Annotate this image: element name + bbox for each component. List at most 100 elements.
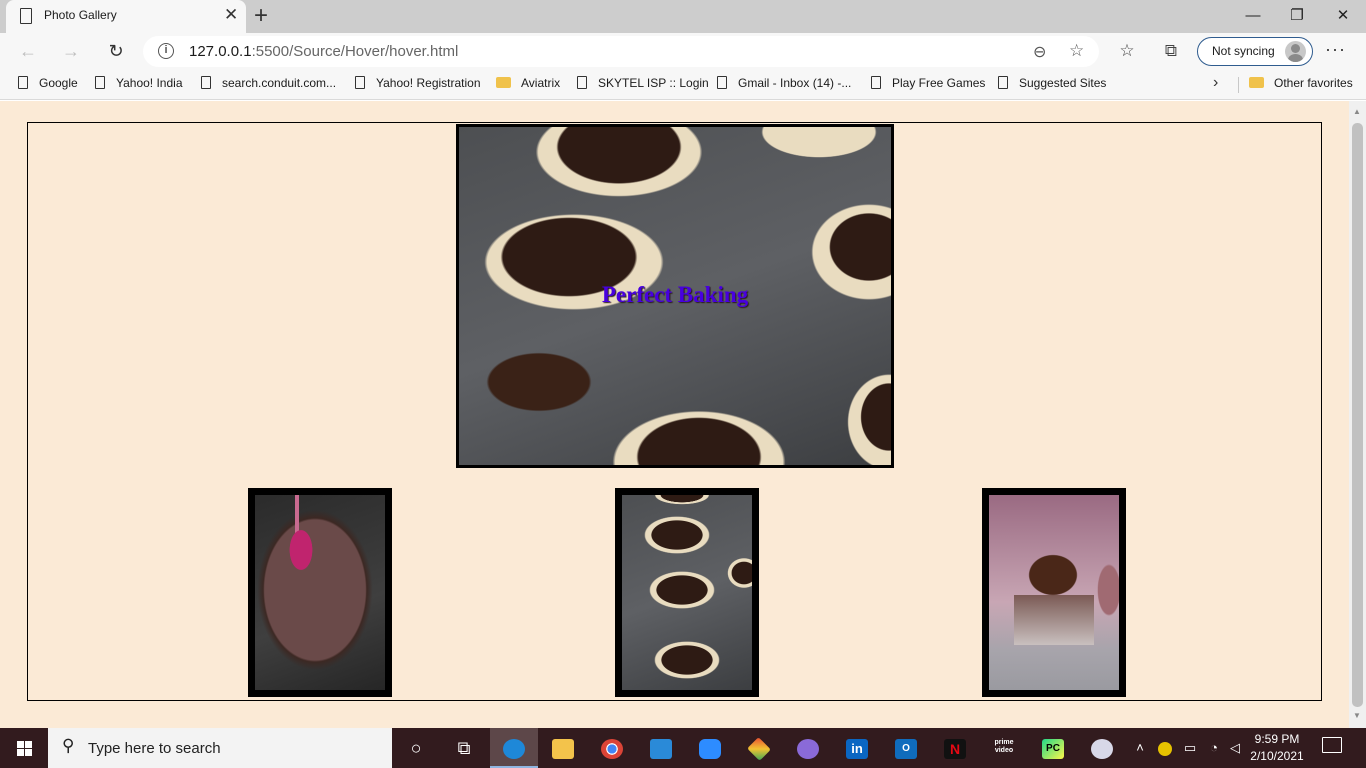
scroll-down-icon[interactable]: ▼	[1353, 711, 1361, 720]
favorite-folder-aviatrix[interactable]: Aviatrix	[496, 76, 560, 94]
vscode-icon[interactable]	[637, 728, 685, 768]
github-desktop-icon[interactable]	[784, 728, 832, 768]
cupcake-tin-image	[622, 495, 752, 690]
restore-button[interactable]: ❐	[1274, 3, 1320, 29]
outlook-logo: O	[895, 739, 917, 760]
forward-button[interactable]: →	[57, 38, 85, 64]
close-window-button[interactable]: ✕	[1320, 3, 1366, 29]
prime-video-icon[interactable]: prime video	[980, 728, 1028, 768]
favorite-link-conduit[interactable]: search.conduit.com...	[201, 76, 336, 94]
collections-icon[interactable]: ⧉	[1159, 41, 1183, 61]
thumbnail-chocolate-cupcake[interactable]	[982, 488, 1126, 697]
url-host: 127.0.0.1	[189, 43, 252, 60]
page-icon	[355, 76, 365, 89]
windows-logo-icon	[17, 741, 32, 756]
favorite-link-skytel[interactable]: SKYTEL ISP :: Login	[577, 76, 709, 94]
notification-center-icon[interactable]	[1322, 737, 1342, 753]
other-favorites-label: Other favorites	[1274, 76, 1353, 90]
favorite-link-yahoo-india[interactable]: Yahoo! India	[95, 76, 183, 94]
scroll-thumb[interactable]	[1352, 123, 1363, 707]
url-text[interactable]: 127.0.0.1:5500/Source/Hover/hover.html	[189, 43, 458, 60]
battery-icon[interactable]: ▭	[1180, 728, 1200, 768]
outlook-icon[interactable]: O	[882, 728, 930, 768]
vscode-logo	[650, 739, 672, 760]
favorite-label: Google	[39, 76, 78, 90]
favorite-label: Yahoo! Registration	[376, 76, 481, 90]
wifi-icon[interactable]: ◔	[1204, 728, 1224, 768]
git-icon[interactable]	[735, 728, 783, 768]
cortana-icon[interactable]: ○	[392, 728, 440, 768]
chevron-right-icon[interactable]: ›	[1213, 74, 1218, 92]
favorite-label: Yahoo! India	[116, 76, 183, 90]
prime-video-logo: prime video	[994, 739, 1014, 755]
favorite-link-gmail[interactable]: Gmail - Inbox (14) -...	[717, 76, 851, 94]
settings-more-icon[interactable]: ···	[1325, 39, 1346, 60]
refresh-button[interactable]: ↻	[102, 38, 130, 64]
browser-tab[interactable]: Photo Gallery ✕	[6, 0, 246, 33]
favorite-link-play-free-games[interactable]: Play Free Games	[871, 76, 985, 94]
folder-icon	[496, 77, 511, 88]
batter-bowl-image	[255, 495, 385, 690]
task-view-icon[interactable]: ⧉	[440, 728, 488, 768]
taskbar: ⚲ Type here to search ○ ⧉ in O N prime vi…	[0, 728, 1366, 768]
folder-icon	[552, 739, 574, 760]
thumbnail-cupcake-tin[interactable]	[615, 488, 759, 697]
add-favorite-icon[interactable]: ☆	[1069, 41, 1084, 61]
zoom-logo	[699, 739, 721, 760]
security-badge	[1158, 741, 1172, 756]
page-icon	[18, 76, 28, 89]
favorites-bar: Google Yahoo! India search.conduit.com..…	[0, 70, 1366, 100]
chevron-up-icon[interactable]: ˄	[1131, 728, 1149, 768]
favorite-link-yahoo-registration[interactable]: Yahoo! Registration	[355, 76, 481, 94]
edge-browser-icon[interactable]	[490, 728, 538, 768]
security-icon[interactable]	[1155, 728, 1175, 768]
start-button[interactable]	[0, 728, 48, 768]
search-placeholder: Type here to search	[88, 740, 221, 757]
snipping-tool-icon[interactable]	[1078, 728, 1126, 768]
favorite-link-google[interactable]: Google	[18, 76, 78, 94]
scroll-up-icon[interactable]: ▲	[1353, 107, 1361, 116]
pycharm-logo: PC	[1042, 739, 1064, 760]
file-explorer-icon[interactable]	[539, 728, 587, 768]
thumbnail-batter-bowl[interactable]	[248, 488, 392, 697]
back-button[interactable]: ←	[14, 38, 42, 64]
info-icon[interactable]: i	[158, 43, 174, 59]
favorite-label: Play Free Games	[892, 76, 986, 90]
new-tab-button[interactable]: +	[254, 2, 268, 30]
page-icon	[998, 76, 1008, 89]
close-tab-icon[interactable]: ✕	[224, 5, 238, 25]
edge-logo	[503, 739, 525, 760]
favorites-icon[interactable]: ☆	[1115, 41, 1139, 61]
system-clock[interactable]: 9:59 PM 2/10/2021	[1244, 731, 1310, 765]
volume-icon[interactable]: ◁	[1226, 728, 1244, 768]
vertical-scrollbar[interactable]: ▲ ▼	[1349, 101, 1366, 728]
zoom-app-icon[interactable]	[686, 728, 734, 768]
page-icon	[95, 76, 105, 89]
profile-sync-button[interactable]: Not syncing	[1197, 37, 1313, 66]
chocolate-cupcake-image	[989, 495, 1119, 690]
search-icon: ⚲	[62, 736, 75, 755]
pycharm-icon[interactable]: PC	[1029, 728, 1077, 768]
zoom-out-icon[interactable]: ⊖	[1033, 42, 1046, 62]
photo-gallery: Perfect Baking	[27, 122, 1322, 701]
favorite-link-suggested-sites[interactable]: Suggested Sites	[998, 76, 1106, 94]
page-icon	[201, 76, 211, 89]
main-photo-cupcake-tin: Perfect Baking	[456, 124, 894, 468]
github-desktop-logo	[797, 739, 819, 760]
netflix-icon[interactable]: N	[931, 728, 979, 768]
favorite-label: SKYTEL ISP :: Login	[598, 76, 709, 90]
netflix-logo: N	[944, 739, 966, 760]
chrome-icon[interactable]	[588, 728, 636, 768]
page-icon	[20, 8, 32, 24]
address-bar[interactable]: i 127.0.0.1:5500/Source/Hover/hover.html…	[143, 36, 1099, 67]
linkedin-logo: in	[846, 739, 868, 760]
other-favorites-folder[interactable]: Other favorites	[1249, 76, 1353, 94]
clock-time: 9:59 PM	[1254, 732, 1300, 746]
clock-date: 2/10/2021	[1250, 749, 1304, 763]
favorite-label: Aviatrix	[521, 76, 561, 90]
minimize-button[interactable]: —	[1230, 3, 1276, 29]
taskbar-search[interactable]: ⚲ Type here to search	[48, 728, 392, 768]
divider	[1238, 77, 1239, 93]
linkedin-icon[interactable]: in	[833, 728, 881, 768]
main-photo-caption: Perfect Baking	[601, 282, 749, 307]
